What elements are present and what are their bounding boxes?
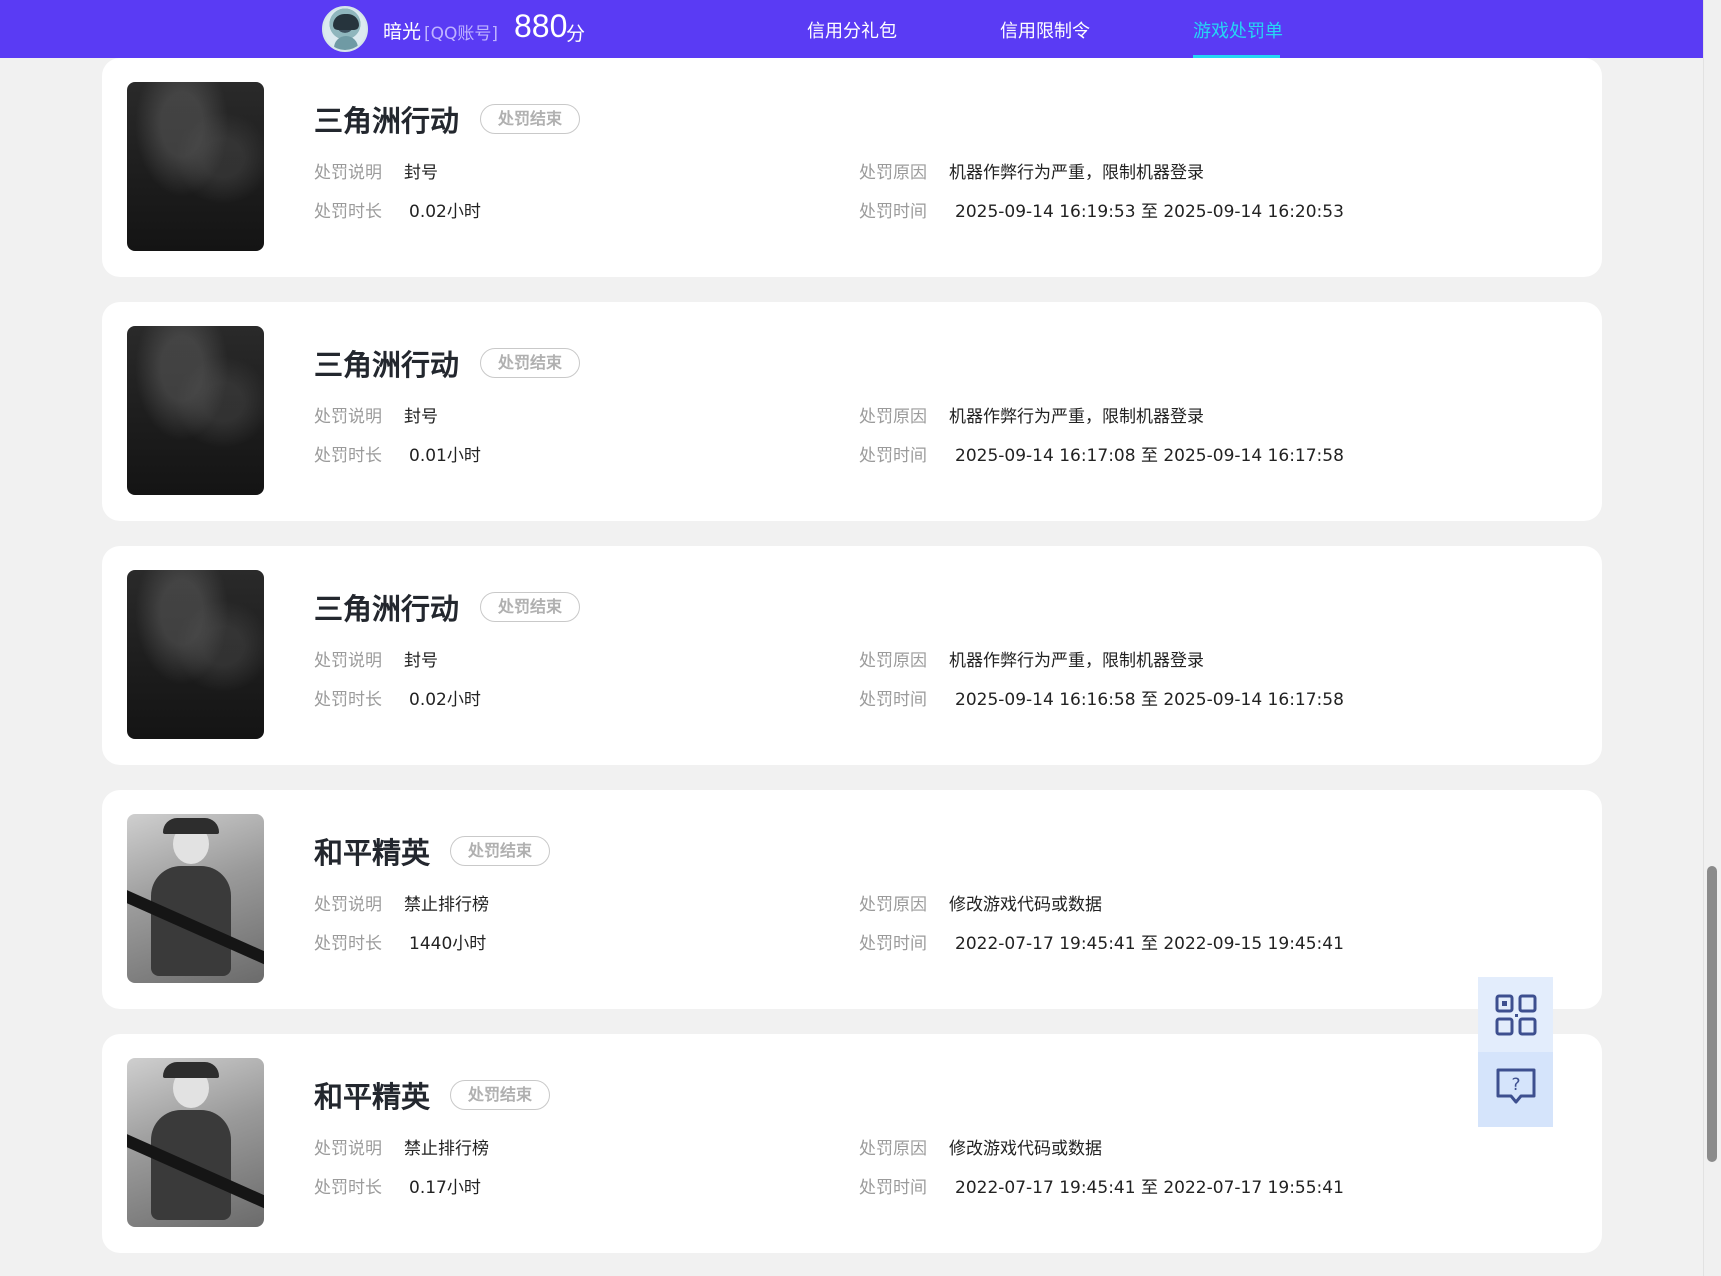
credit-score-unit: 分 [566,23,586,45]
game-title: 三角洲行动 [314,104,460,138]
reason-value: 机器作弊行为严重，限制机器登录 [949,651,1204,671]
reason-value: 机器作弊行为严重，限制机器登录 [949,407,1204,427]
help-feedback-button[interactable]: ? [1478,1052,1553,1127]
floating-toolbar: ? [1478,977,1553,1127]
game-title: 三角洲行动 [314,348,460,382]
duration-value: 1440小时 [409,934,487,954]
time-value: 2025-09-14 16:19:53 至 2025-09-14 16:20:5… [955,202,1344,222]
penalty-card: 和平精英 处罚结束 处罚说明 禁止排行榜 处罚时长 0.17小时 处罚原因 修改… [102,1034,1602,1253]
time-label: 处罚时间 [859,1178,927,1198]
help-chat-icon: ? [1496,1068,1536,1104]
time-value: 2022-07-17 19:45:41 至 2022-07-17 19:55:4… [955,1178,1344,1198]
scrollbar-thumb[interactable] [1707,866,1717,1162]
time-label: 处罚时间 [859,202,927,222]
reason-value: 机器作弊行为严重，限制机器登录 [949,163,1204,183]
reason-label: 处罚原因 [859,1139,927,1159]
game-title: 和平精英 [314,836,431,870]
penalty-card: 和平精英 处罚结束 处罚说明 禁止排行榜 处罚时长 1440小时 处罚原因 修改… [102,790,1602,1009]
qr-code-button[interactable] [1478,977,1553,1052]
duration-value: 0.02小时 [409,690,481,710]
status-badge: 处罚结束 [450,836,551,866]
time-value: 2025-09-14 16:17:08 至 2025-09-14 16:17:5… [955,446,1344,466]
duration-label: 处罚时长 [314,202,382,222]
status-badge: 处罚结束 [480,348,581,378]
reason-label: 处罚原因 [859,407,927,427]
page: 暗光 [QQ账号] 880 分 信用分礼包 信用限制令 游戏处罚单 三角洲行动 … [0,0,1721,1276]
desc-value: 封号 [404,163,438,183]
avatar-hair [333,14,359,30]
game-cover-image [127,570,264,739]
top-nav-bar: 暗光 [QQ账号] 880 分 信用分礼包 信用限制令 游戏处罚单 [0,0,1703,58]
desc-value: 禁止排行榜 [404,895,489,915]
game-cover-image [127,326,264,495]
status-badge: 处罚结束 [480,592,581,622]
desc-value: 禁止排行榜 [404,1139,489,1159]
cover-soldier-cap [163,1062,219,1078]
desc-label: 处罚说明 [314,407,382,427]
game-title: 三角洲行动 [314,592,460,626]
desc-label: 处罚说明 [314,1139,382,1159]
duration-label: 处罚时长 [314,1178,382,1198]
duration-value: 0.02小时 [409,202,481,222]
reason-value: 修改游戏代码或数据 [949,895,1102,915]
time-label: 处罚时间 [859,690,927,710]
reason-value: 修改游戏代码或数据 [949,1139,1102,1159]
qr-code-icon [1495,994,1537,1036]
reason-label: 处罚原因 [859,163,927,183]
desc-label: 处罚说明 [314,651,382,671]
penalty-card: 三角洲行动 处罚结束 处罚说明 封号 处罚时长 0.02小时 处罚原因 机器作弊… [102,546,1602,765]
account-type: [QQ账号] [424,24,499,44]
desc-value: 封号 [404,651,438,671]
duration-value: 0.01小时 [409,446,481,466]
game-title: 和平精英 [314,1080,431,1114]
game-cover-image [127,814,264,983]
status-badge: 处罚结束 [450,1080,551,1110]
svg-text:?: ? [1511,1075,1520,1095]
avatar[interactable] [322,6,368,52]
avatar-body [334,36,358,50]
desc-label: 处罚说明 [314,163,382,183]
duration-label: 处罚时长 [314,446,382,466]
tab-game-penalty[interactable]: 游戏处罚单 [1193,17,1283,43]
desc-value: 封号 [404,407,438,427]
tab-credit-gift[interactable]: 信用分礼包 [807,17,897,43]
duration-value: 0.17小时 [409,1178,481,1198]
time-value: 2022-07-17 19:45:41 至 2022-09-15 19:45:4… [955,934,1344,954]
game-cover-image [127,1058,264,1227]
desc-label: 处罚说明 [314,895,382,915]
game-cover-image [127,82,264,251]
time-value: 2025-09-14 16:16:58 至 2025-09-14 16:17:5… [955,690,1344,710]
reason-label: 处罚原因 [859,895,927,915]
user-name: 暗光 [383,21,422,43]
duration-label: 处罚时长 [314,690,382,710]
time-label: 处罚时间 [859,446,927,466]
duration-label: 处罚时长 [314,934,382,954]
reason-label: 处罚原因 [859,651,927,671]
status-badge: 处罚结束 [480,104,581,134]
penalty-card: 三角洲行动 处罚结束 处罚说明 封号 处罚时长 0.02小时 处罚原因 机器作弊… [102,58,1602,277]
time-label: 处罚时间 [859,934,927,954]
penalty-card: 三角洲行动 处罚结束 处罚说明 封号 处罚时长 0.01小时 处罚原因 机器作弊… [102,302,1602,521]
credit-score: 880 [514,8,568,44]
cover-soldier-cap [163,818,219,834]
tab-credit-restriction[interactable]: 信用限制令 [1000,17,1090,43]
